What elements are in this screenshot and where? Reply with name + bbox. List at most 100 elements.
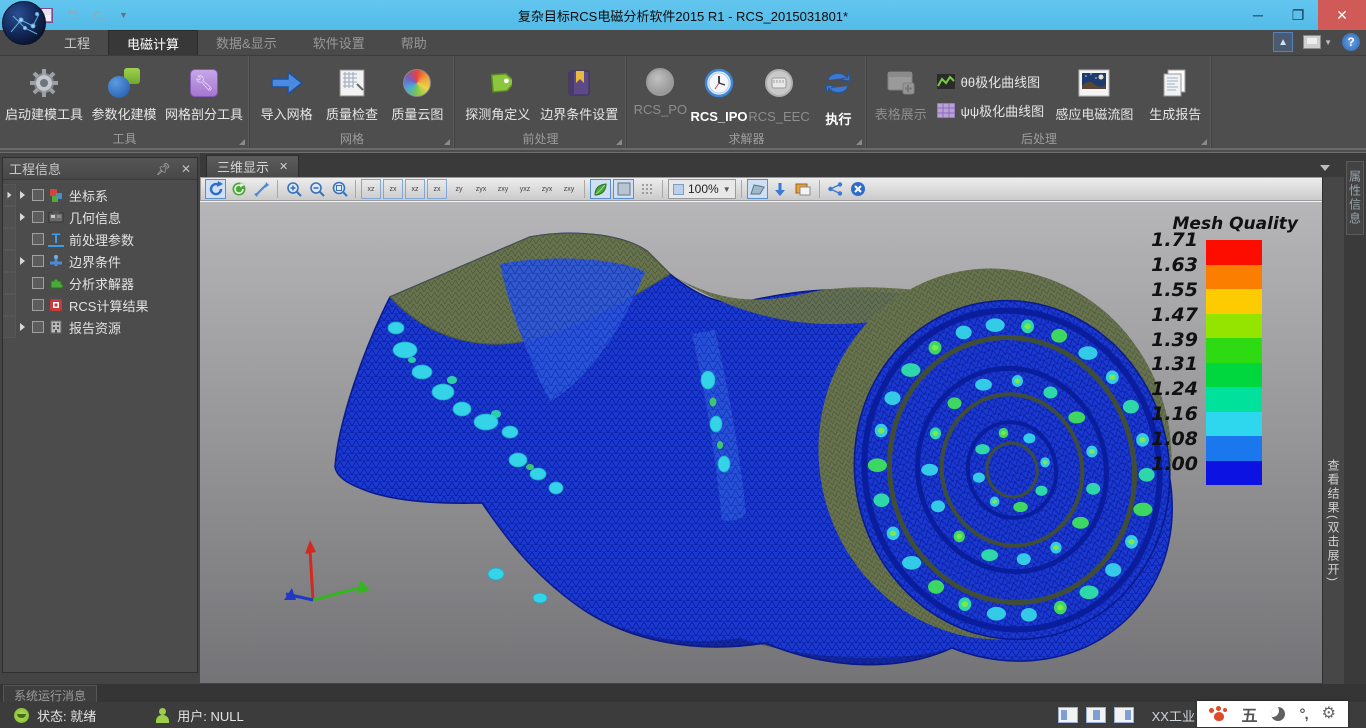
view-preset-iso1-button[interactable]: zxy xyxy=(493,179,513,199)
group-dialog-launcher-icon[interactable] xyxy=(444,139,450,145)
view-preset-top-button[interactable]: zy xyxy=(449,179,469,199)
view-preset-back-button[interactable]: zx xyxy=(383,179,403,199)
pan-arrow-button[interactable] xyxy=(251,179,272,199)
group-dialog-launcher-icon[interactable] xyxy=(616,139,622,145)
zoom-fit-icon[interactable] xyxy=(329,179,350,199)
orbit-rotate-button[interactable] xyxy=(205,179,226,199)
snapshot-button[interactable] xyxy=(793,179,814,199)
solver-rcs-po-button[interactable]: RCS_PO xyxy=(631,60,690,132)
close-view-button[interactable] xyxy=(848,179,869,199)
solver-rcs-eec-button[interactable]: RCS_EEC xyxy=(748,60,809,132)
layout-right-button[interactable] xyxy=(1114,707,1134,723)
tab-3d-display[interactable]: 三维显示 ✕ xyxy=(206,155,299,177)
chevron-down-icon: ▼ xyxy=(723,185,731,194)
tree-item-analysis-solver[interactable]: 分析求解器 xyxy=(3,272,197,294)
chevron-down-icon: ▼ xyxy=(1324,38,1332,47)
panel-close-icon[interactable]: ✕ xyxy=(181,162,191,176)
tree-item-geometry-info[interactable]: 几何信息 xyxy=(3,206,197,228)
zoom-in-icon[interactable] xyxy=(283,179,304,199)
table-view-button[interactable]: 表格展示 xyxy=(871,60,931,132)
group-dialog-launcher-icon[interactable] xyxy=(856,139,862,145)
checkbox[interactable] xyxy=(32,255,44,267)
boundary-settings-button[interactable]: 边界条件设置 xyxy=(537,60,622,132)
3d-canvas[interactable]: Mesh Quality 1.71 1.63 1.55 1.47 1.39 1.… xyxy=(200,201,1322,683)
generate-report-button[interactable]: 生成报告 xyxy=(1144,60,1207,132)
status-icon xyxy=(14,708,29,723)
undo-icon[interactable]: ⮌ xyxy=(67,8,79,23)
group-dialog-launcher-icon[interactable] xyxy=(1201,139,1207,145)
tab-settings[interactable]: 软件设置 xyxy=(295,30,383,55)
launch-modeling-tool-button[interactable]: 启动建模工具 xyxy=(4,60,84,132)
mesh-tool-button[interactable]: 🔧︎ 网格剖分工具 xyxy=(164,60,244,132)
view-preset-iso3-button[interactable]: zyx xyxy=(537,179,557,199)
points-mode-button[interactable] xyxy=(636,179,657,199)
checkbox[interactable] xyxy=(32,189,44,201)
drop-down-arrow-button[interactable] xyxy=(770,179,791,199)
checkbox[interactable] xyxy=(32,211,44,223)
shaded-mode-button[interactable] xyxy=(590,179,611,199)
results-collapsed-tab[interactable]: 查看结果(双击展开) xyxy=(1322,177,1344,685)
tab-em-compute[interactable]: 电磁计算 xyxy=(108,30,198,55)
psi-polarization-plot-button[interactable]: ψψ极化曲线图 xyxy=(937,101,1045,120)
pin-icon[interactable]: 📌︎ xyxy=(156,162,171,176)
checkbox[interactable] xyxy=(32,277,44,289)
grid-document-icon xyxy=(335,66,369,100)
induced-current-map-button[interactable]: 感应电磁流图 xyxy=(1050,60,1138,132)
minimize-button[interactable]: ─ xyxy=(1238,0,1278,30)
checkbox[interactable] xyxy=(32,299,44,311)
tab-help[interactable]: 帮助 xyxy=(383,30,445,55)
refresh-icon xyxy=(823,68,853,103)
tab-list-dropdown-icon[interactable] xyxy=(1320,165,1330,171)
layout-center-button[interactable] xyxy=(1086,707,1106,723)
checkbox[interactable] xyxy=(32,233,44,245)
help-icon[interactable]: ? xyxy=(1342,33,1360,51)
quality-cloud-button[interactable]: 质量云图 xyxy=(385,60,450,132)
display-style-button[interactable]: ▼ xyxy=(1303,35,1332,49)
execute-button[interactable]: 执行 xyxy=(815,60,862,132)
system-message-tab[interactable]: 系统运行消息 xyxy=(3,685,97,702)
view-preset-right-button[interactable]: zx xyxy=(427,179,447,199)
parametric-modeling-button[interactable]: 参数化建模 xyxy=(84,60,164,132)
collapse-ribbon-icon[interactable]: ▲ xyxy=(1273,32,1293,52)
view-preset-iso2-button[interactable]: yxz xyxy=(515,179,535,199)
titlebar: ⮌ ⮎ ▼ 复杂目标RCS电磁分析软件2015 R1 - RCS_2015031… xyxy=(0,0,1366,30)
import-mesh-button[interactable]: 导入网格 xyxy=(254,60,319,132)
quality-check-button[interactable]: 质量检查 xyxy=(319,60,384,132)
ime-punctuation-button[interactable]: °, xyxy=(1299,706,1307,723)
tree-item-boundary-conditions[interactable]: 边界条件 xyxy=(3,250,197,272)
wireframe-mode-button[interactable] xyxy=(613,179,634,199)
tab-project[interactable]: 工程 xyxy=(46,30,108,55)
tree-item-report-resources[interactable]: 报告资源 xyxy=(3,316,197,338)
view-preset-left-button[interactable]: xz xyxy=(405,179,425,199)
ime-logo-icon[interactable] xyxy=(1209,706,1227,722)
legend-value: 1.00 xyxy=(1151,453,1198,475)
group-dialog-launcher-icon[interactable] xyxy=(239,139,245,145)
zoom-level-select[interactable]: 100% ▼ xyxy=(668,179,736,199)
ime-settings-gear-icon[interactable]: ⚙︎ xyxy=(1322,706,1336,722)
tree-item-rcs-results[interactable]: RCS计算结果 xyxy=(3,294,197,316)
view-preset-iso4-button[interactable]: zxy xyxy=(559,179,579,199)
ime-mode-button[interactable]: 五 xyxy=(1241,702,1257,726)
redo-icon[interactable]: ⮎ xyxy=(93,8,105,23)
share-link-button[interactable] xyxy=(825,179,846,199)
tree-item-coordinate-system[interactable]: 坐标系 xyxy=(3,184,197,206)
spin-reset-button[interactable] xyxy=(228,179,249,199)
tree-item-preprocess-params[interactable]: T 前处理参数 xyxy=(3,228,197,250)
tab-data-display[interactable]: 数据&显示 xyxy=(198,30,295,55)
restore-button[interactable]: ❐ xyxy=(1278,0,1318,30)
view-preset-front-button[interactable]: xz xyxy=(361,179,381,199)
properties-collapsed-tab[interactable]: 属性信息 xyxy=(1346,161,1364,235)
quick-access-dropdown-icon[interactable]: ▼ xyxy=(119,10,128,20)
view-preset-bottom-button[interactable]: zyx xyxy=(471,179,491,199)
surface-pick-button[interactable] xyxy=(747,179,768,199)
zoom-out-icon[interactable] xyxy=(306,179,327,199)
moon-icon[interactable] xyxy=(1271,707,1285,721)
legend-band xyxy=(1206,436,1262,461)
layout-left-button[interactable] xyxy=(1058,707,1078,723)
close-button[interactable]: ✕ xyxy=(1318,0,1366,30)
checkbox[interactable] xyxy=(32,321,44,333)
solver-rcs-ipo-button[interactable]: RCS_IPO xyxy=(690,60,749,132)
tab-close-icon[interactable]: ✕ xyxy=(279,160,288,173)
theta-polarization-plot-button[interactable]: θθ极化曲线图 xyxy=(937,72,1045,91)
probe-angle-button[interactable]: 探测角定义 xyxy=(459,60,537,132)
